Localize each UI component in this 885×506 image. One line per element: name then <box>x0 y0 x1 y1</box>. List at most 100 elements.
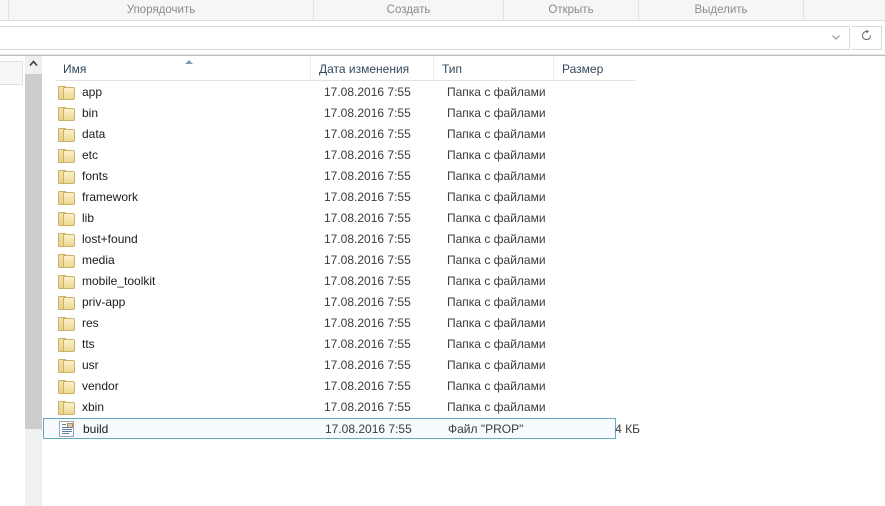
file-row[interactable]: media 17.08.2016 7:55 Папка с файлами <box>56 250 649 271</box>
file-row[interactable]: priv-app 17.08.2016 7:55 Папка с файлами <box>56 292 649 313</box>
file-date-modified: 17.08.2016 7:55 <box>324 379 411 393</box>
file-date-modified: 17.08.2016 7:55 <box>324 358 411 372</box>
chevron-down-icon[interactable] <box>829 31 843 45</box>
file-row-selected[interactable]: build 17.08.2016 7:55 Файл "PROP" 4 КБ <box>43 418 640 439</box>
file-date-modified: 17.08.2016 7:55 <box>324 274 411 288</box>
file-size <box>567 250 639 271</box>
file-type: Папка с файлами <box>447 211 546 225</box>
file-date-modified: 17.08.2016 7:55 <box>324 85 411 99</box>
file-date-modified: 17.08.2016 7:55 <box>324 316 411 330</box>
folder-icon <box>58 107 75 121</box>
file-type: Папка с файлами <box>447 358 546 372</box>
folder-icon <box>58 233 75 247</box>
file-type: Папка с файлами <box>447 274 546 288</box>
ribbon-group-open[interactable]: Открыть <box>503 0 638 20</box>
file-name: data <box>82 127 106 141</box>
file-row[interactable]: framework 17.08.2016 7:55 Папка с файлами <box>56 187 649 208</box>
scrollbar-thumb[interactable] <box>25 74 42 429</box>
refresh-button[interactable] <box>852 26 882 50</box>
file-type: Папка с файлами <box>447 148 546 162</box>
file-date-modified: 17.08.2016 7:55 <box>324 169 411 183</box>
ribbon-group-empty <box>803 0 885 20</box>
address-bar <box>0 21 885 55</box>
file-size <box>567 313 639 334</box>
file-name: lib <box>82 211 95 225</box>
sort-ascending-icon <box>185 60 193 64</box>
ribbon-group-open-label: Открыть <box>548 4 594 16</box>
folder-icon <box>58 275 75 289</box>
file-type: Папка с файлами <box>447 232 546 246</box>
file-row[interactable]: tts 17.08.2016 7:55 Папка с файлами <box>56 334 649 355</box>
file-row[interactable]: mobile_toolkit 17.08.2016 7:55 Папка с фай… <box>56 271 649 292</box>
ribbon-group-new-label: Создать <box>386 4 431 16</box>
file-size <box>567 271 639 292</box>
scroll-up-button[interactable] <box>25 56 42 73</box>
file-date-modified: 17.08.2016 7:55 <box>324 400 411 414</box>
file-date-modified: 17.08.2016 7:55 <box>324 253 411 267</box>
file-row[interactable]: usr 17.08.2016 7:55 Папка с файлами <box>56 355 649 376</box>
file-size <box>567 103 639 124</box>
file-name: lost+found <box>82 232 138 246</box>
file-date-modified: 17.08.2016 7:55 <box>324 295 411 309</box>
ribbon-group-organize[interactable]: Упорядочить <box>8 0 313 20</box>
file-row[interactable]: etc 17.08.2016 7:55 Папка с файлами <box>56 145 649 166</box>
file-type: Папка с файлами <box>447 379 546 393</box>
file-row[interactable]: fonts 17.08.2016 7:55 Папка с файлами <box>56 166 649 187</box>
folder-icon <box>58 212 75 226</box>
file-row[interactable]: lost+found 17.08.2016 7:55 Папка с файлами <box>56 229 649 250</box>
file-list[interactable]: app 17.08.2016 7:55 Папка с файлами bin 17.0… <box>42 82 885 506</box>
file-type: Папка с файлами <box>447 85 546 99</box>
file-size <box>567 292 639 313</box>
file-row[interactable]: res 17.08.2016 7:55 Папка с файлами <box>56 313 649 334</box>
file-type: Папка с файлами <box>447 295 546 309</box>
file-type: Папка с файлами <box>447 106 546 120</box>
file-size <box>567 397 639 418</box>
file-name: build <box>83 422 109 436</box>
file-name: app <box>82 85 103 99</box>
folder-icon <box>58 317 75 331</box>
folder-icon <box>58 170 75 184</box>
file-type: Папка с файлами <box>447 127 546 141</box>
file-row[interactable]: bin 17.08.2016 7:55 Папка с файлами <box>56 103 649 124</box>
file-date-modified: 17.08.2016 7:55 <box>324 106 411 120</box>
file-date-modified: 17.08.2016 7:55 <box>324 211 411 225</box>
folder-icon <box>58 380 75 394</box>
vertical-scrollbar[interactable] <box>25 56 42 506</box>
file-size <box>567 124 639 145</box>
column-header-row: Имя Дата изменения Тип Размер <box>55 56 635 81</box>
folder-icon <box>58 254 75 268</box>
file-type: Папка с файлами <box>447 316 546 330</box>
file-name: fonts <box>82 169 109 183</box>
file-row[interactable]: app 17.08.2016 7:55 Папка с файлами <box>56 82 649 103</box>
folder-icon <box>58 128 75 142</box>
file-size <box>567 187 639 208</box>
file-name: etc <box>82 148 99 162</box>
ribbon-group-select-label: Выделить <box>694 4 748 16</box>
file-row[interactable]: lib 17.08.2016 7:55 Папка с файлами <box>56 208 649 229</box>
file-size: 4 КБ <box>615 422 640 436</box>
folder-icon <box>58 359 75 373</box>
folder-icon <box>58 338 75 352</box>
file-row[interactable]: vendor 17.08.2016 7:55 Папка с файлами <box>56 376 649 397</box>
column-header-date-modified[interactable]: Дата изменения <box>310 56 433 80</box>
address-input[interactable] <box>0 26 850 50</box>
file-size <box>567 166 639 187</box>
column-header-size[interactable]: Размер <box>553 56 635 80</box>
file-name: usr <box>82 358 99 372</box>
ribbon-group-select[interactable]: Выделить <box>638 0 803 20</box>
file-size <box>567 229 639 250</box>
folder-icon <box>58 149 75 163</box>
ribbon-group-new[interactable]: Создать <box>313 0 503 20</box>
column-header-type[interactable]: Тип <box>433 56 553 80</box>
file-type: Папка с файлами <box>447 169 546 183</box>
file-row[interactable]: data 17.08.2016 7:55 Папка с файлами <box>56 124 649 145</box>
file-name: priv-app <box>82 295 126 309</box>
file-date-modified: 17.08.2016 7:55 <box>324 148 411 162</box>
file-row[interactable]: xbin 17.08.2016 7:55 Папка с файлами <box>56 397 649 418</box>
file-size <box>567 208 639 229</box>
file-name: bin <box>82 106 99 120</box>
ribbon-group-organize-label: Упорядочить <box>126 4 196 16</box>
file-name: vendor <box>82 379 119 393</box>
column-header-name[interactable]: Имя <box>55 56 310 80</box>
file-type: Файл "PROP" <box>448 422 524 436</box>
